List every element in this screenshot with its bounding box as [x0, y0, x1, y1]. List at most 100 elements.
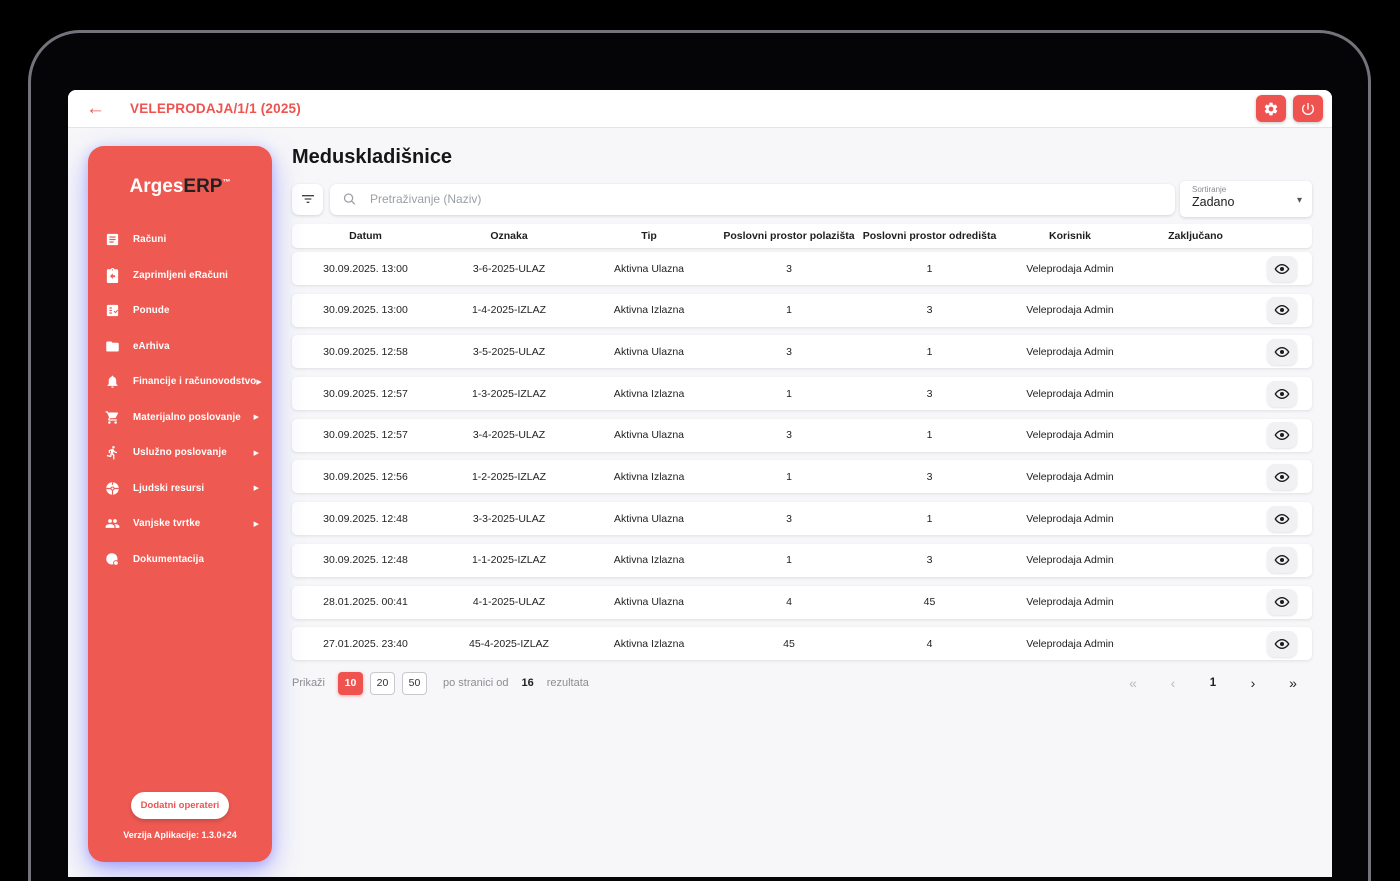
- page-nav: « ‹ 1 › »: [1106, 676, 1306, 690]
- chevron-right-icon: ▶: [253, 485, 259, 493]
- back-button[interactable]: ←: [86, 99, 105, 118]
- view-row-button[interactable]: [1266, 255, 1297, 282]
- page-title: Meduskladišnice: [292, 146, 453, 168]
- view-row-button[interactable]: [1266, 547, 1297, 574]
- sidebar-item-financije-i-racunovodstvo[interactable]: Financije i računovodstvo ▶: [88, 364, 272, 400]
- chevron-right-icon: ▶: [256, 378, 262, 386]
- table-header-row: Datum Oznaka Tip Poslovni prostor polazišta…: [292, 224, 1312, 248]
- cell-actions: [1251, 589, 1312, 615]
- cell-polaziste: 45: [783, 637, 795, 650]
- table-row[interactable]: 30.09.2025. 12:58 3-5-2025-ULAZ Aktivna …: [292, 335, 1312, 369]
- cell-actions: [1251, 297, 1312, 324]
- sidebar-item-earhiva[interactable]: eArhiva: [88, 329, 272, 365]
- bell-icon: [105, 374, 120, 389]
- cell-datum: 30.09.2025. 13:00: [323, 262, 408, 275]
- cell-odrediste: 1: [926, 345, 933, 358]
- cell-korisnik: Veleprodaja Admin: [1026, 429, 1114, 442]
- cell-polaziste: 3: [786, 512, 792, 525]
- sidebar-item-usluzno-poslovanje[interactable]: Uslužno poslovanje ▶: [88, 435, 272, 471]
- tablet-mockup: ← VELEPRODAJA/1/1 (2025) ArgesERP™ Račun…: [0, 0, 1400, 881]
- logo-trademark: ™: [222, 177, 231, 187]
- view-row-button[interactable]: [1266, 422, 1297, 449]
- filter-icon: [300, 191, 316, 207]
- page-size-button-10[interactable]: 10: [338, 671, 364, 695]
- view-row-button[interactable]: [1266, 505, 1297, 532]
- app-bar: ← VELEPRODAJA/1/1 (2025): [68, 90, 1332, 128]
- cell-actions: [1251, 463, 1312, 490]
- table-row[interactable]: 30.09.2025. 13:00 3-6-2025-ULAZ Aktivna …: [292, 252, 1312, 285]
- cell-tip: Aktivna Ulazna: [613, 512, 685, 525]
- view-row-button[interactable]: [1266, 297, 1297, 324]
- sidebar-item-zaprimljeni-eracuni[interactable]: Zaprimljeni eRačuni: [88, 258, 272, 294]
- view-row-button[interactable]: [1266, 589, 1297, 615]
- receipt-icon: [105, 232, 120, 247]
- cell-odrediste: 1: [926, 262, 933, 275]
- additional-operators-button[interactable]: Dodatni operateri: [131, 792, 229, 819]
- globe-icon: [105, 552, 120, 567]
- cell-odrediste: 3: [926, 470, 933, 483]
- sidebar-item-ljudski-resursi[interactable]: Ljudski resursi ▶: [88, 471, 272, 507]
- cell-actions: [1251, 255, 1312, 282]
- settings-button[interactable]: [1256, 95, 1286, 122]
- sidebar-item-label: eArhiva: [133, 340, 170, 352]
- next-page-button[interactable]: ›: [1240, 676, 1266, 690]
- table-row[interactable]: 28.01.2025. 00:41 4-1-2025-ULAZ Aktivna …: [292, 585, 1312, 619]
- table-row[interactable]: 30.09.2025. 12:57 1-3-2025-IZLAZ Aktivna…: [292, 377, 1312, 411]
- page-size-button-50[interactable]: 50: [402, 671, 428, 695]
- search-icon: [342, 191, 358, 207]
- cell-tip: Aktivna Ulazna: [613, 429, 685, 442]
- cell-actions: [1251, 338, 1312, 365]
- sidebar-item-label: Dokumentacija: [133, 553, 204, 565]
- last-page-button[interactable]: »: [1280, 676, 1306, 690]
- sort-value: Zadano: [1192, 195, 1235, 209]
- eye-icon: [1274, 511, 1290, 527]
- logout-button[interactable]: [1293, 95, 1323, 122]
- table-row[interactable]: 30.09.2025. 13:00 1-4-2025-IZLAZ Aktivna…: [292, 293, 1312, 327]
- cell-oznaka: 1-2-2025-IZLAZ: [471, 470, 547, 483]
- cell-tip: Aktivna Ulazna: [613, 345, 685, 358]
- filter-button[interactable]: [292, 183, 323, 215]
- cell-korisnik: Veleprodaja Admin: [1026, 304, 1114, 317]
- column-header: Tip: [641, 230, 657, 242]
- table-row[interactable]: 30.09.2025. 12:48 1-1-2025-IZLAZ Aktivna…: [292, 543, 1312, 577]
- sort-select[interactable]: Sortiranje Zadano ▾: [1180, 181, 1312, 217]
- view-row-button[interactable]: [1266, 338, 1297, 365]
- sidebar-item-materijalno-poslovanje[interactable]: Materijalno poslovanje ▶: [88, 400, 272, 436]
- cell-korisnik: Veleprodaja Admin: [1026, 637, 1114, 650]
- app-logo: ArgesERP™: [88, 176, 272, 200]
- logo-part-dark: ERP: [183, 176, 223, 197]
- cell-actions: [1251, 547, 1312, 574]
- sidebar-item-ponude[interactable]: Ponude: [88, 293, 272, 329]
- cell-tip: Aktivna Ulazna: [613, 596, 685, 608]
- sort-label: Sortiranje: [1192, 185, 1227, 194]
- table-row[interactable]: 27.01.2025. 23:40 45-4-2025-IZLAZ Aktivn…: [292, 627, 1312, 661]
- cell-datum: 30.09.2025. 12:56: [323, 470, 408, 483]
- sidebar-item-racuni[interactable]: Računi: [88, 222, 272, 258]
- cell-polaziste: 4: [786, 596, 792, 608]
- prev-page-button[interactable]: ‹: [1160, 676, 1186, 690]
- table-row[interactable]: 30.09.2025. 12:48 3-3-2025-ULAZ Aktivna …: [292, 502, 1312, 536]
- offer-check-icon: [105, 303, 120, 318]
- view-row-button[interactable]: [1266, 630, 1297, 657]
- inbox-clipboard-icon: [105, 267, 120, 283]
- page-size-button-20[interactable]: 20: [370, 671, 396, 695]
- cell-oznaka: 3-4-2025-ULAZ: [472, 429, 546, 442]
- view-row-button[interactable]: [1266, 380, 1297, 407]
- cell-oznaka: 3-3-2025-ULAZ: [472, 512, 546, 525]
- eye-icon: [1274, 344, 1290, 360]
- table-row[interactable]: 30.09.2025. 12:57 3-4-2025-ULAZ Aktivna …: [292, 418, 1312, 452]
- eye-icon: [1274, 386, 1290, 402]
- column-header: Zaključano: [1168, 230, 1223, 242]
- view-row-button[interactable]: [1266, 463, 1297, 490]
- table-row[interactable]: 30.09.2025. 12:56 1-2-2025-IZLAZ Aktivna…: [292, 460, 1312, 494]
- per-page-label: po stranici od: [443, 677, 509, 690]
- sidebar-item-dokumentacija[interactable]: Dokumentacija: [88, 542, 272, 578]
- cell-tip: Aktivna Izlazna: [613, 304, 685, 317]
- search-input[interactable]: [370, 192, 1163, 206]
- cell-tip: Aktivna Ulazna: [613, 262, 685, 275]
- cell-oznaka: 1-1-2025-IZLAZ: [471, 554, 547, 567]
- app-window: ← VELEPRODAJA/1/1 (2025) ArgesERP™ Račun…: [68, 90, 1332, 877]
- first-page-button[interactable]: «: [1120, 676, 1146, 690]
- sidebar-item-vanjske-tvrtke[interactable]: Vanjske tvrtke ▶: [88, 506, 272, 542]
- cell-actions: [1251, 630, 1312, 657]
